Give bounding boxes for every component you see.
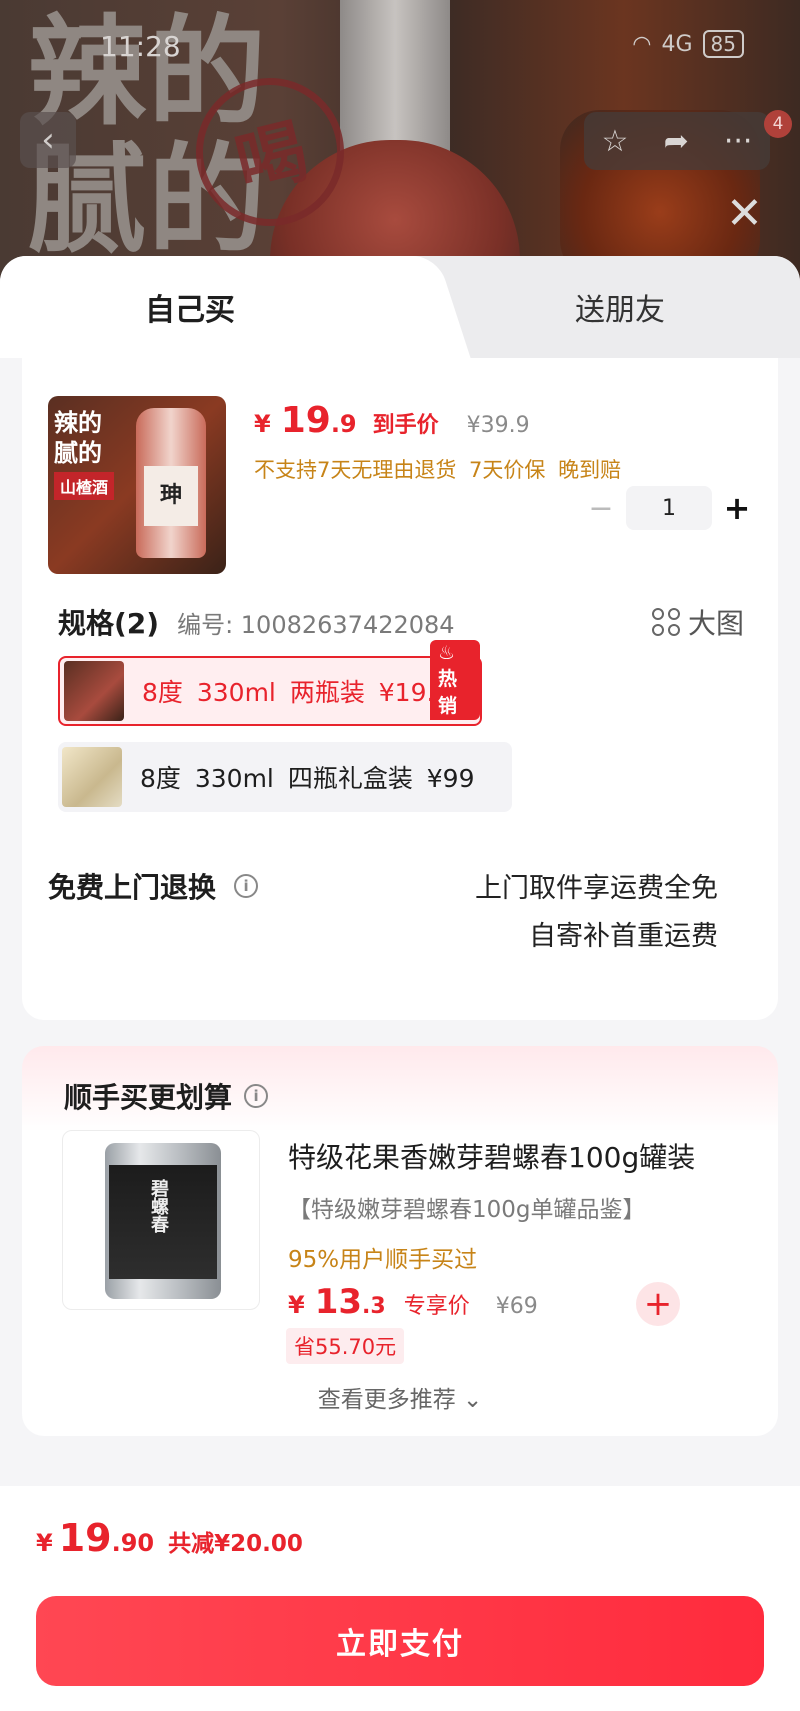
price-tag: 专享价: [403, 1294, 470, 1319]
minus-icon[interactable]: −: [576, 491, 626, 526]
option-thumbnail: [62, 747, 122, 807]
network-label: 4G: [661, 31, 693, 57]
quantity-stepper: − 1 +: [576, 486, 762, 530]
recommend-card: 顺手买更划算 i 碧螺春 特级花果香嫩芽碧螺春100g罐装 【特级嫩芽碧螺春10…: [22, 1046, 778, 1436]
tea-can: 碧螺春: [105, 1143, 221, 1299]
plus-icon[interactable]: +: [712, 489, 762, 527]
price-integer: 13: [314, 1282, 363, 1322]
hot-sale-badge: ♨ 热销: [430, 640, 480, 720]
price-tag: 到手价: [372, 413, 439, 438]
currency-symbol: ¥: [36, 1529, 53, 1557]
quantity-value[interactable]: 1: [626, 486, 712, 530]
return-service-title: 免费上门退换 i: [48, 866, 259, 906]
info-icon[interactable]: i: [244, 1084, 269, 1108]
back-button[interactable]: ‹: [20, 112, 76, 168]
purchase-tabs: 自己买 送朋友: [0, 256, 800, 358]
thumbnail-text-line2: 腻的: [54, 439, 102, 467]
save-badge: 省55.70元: [286, 1328, 405, 1364]
price-integer: 19: [280, 400, 331, 441]
currency-symbol: ¥: [288, 1291, 305, 1319]
info-icon[interactable]: i: [234, 874, 259, 898]
total-integer: 19: [58, 1516, 112, 1560]
option-thumbnail: [64, 661, 124, 721]
more-recommend-link[interactable]: 查看更多推荐 ⌄: [22, 1380, 778, 1414]
service-policy: 不支持7天无理由退货 7天价保 晚到赔: [254, 458, 622, 482]
hero-bottle-neck: [340, 0, 450, 160]
recommend-subtitle: 【特级嫩芽碧螺春100g单罐品鉴】: [288, 1197, 646, 1223]
currency-symbol: ¥: [254, 410, 271, 438]
battery-icon: 85: [702, 30, 744, 58]
product-card: 珅 辣的 腻的 山楂酒 ¥ 19 .9 到手价 ¥39.9 不支持7天无理由退货…: [22, 358, 778, 1020]
wifi-icon: ◠: [632, 31, 652, 57]
status-icons: ◠ 4G 85: [632, 30, 744, 58]
original-price: ¥39.9: [466, 413, 530, 438]
original-price: ¥69: [495, 1294, 538, 1319]
tea-can-text: 碧螺春: [148, 1179, 169, 1233]
spec-option-two-bottles[interactable]: 8度 330ml 两瓶装 ¥19.9 ♨ 热销: [58, 640, 482, 726]
add-icon[interactable]: +: [636, 1282, 680, 1326]
big-image-label: 大图: [687, 607, 744, 640]
recommend-price-row: ¥ 13 .3 专享价 ¥69: [288, 1282, 538, 1322]
big-image-button[interactable]: 大图: [651, 602, 744, 642]
share-icon[interactable]: ➦: [664, 124, 689, 159]
option-label: 8度 330ml 四瓶礼盒装 ¥99: [140, 764, 475, 793]
return-service-line1: 上门取件享运费全免: [475, 873, 718, 904]
option-label: 8度 330ml 两瓶装 ¥19.9: [142, 678, 451, 707]
status-time: 11:28: [100, 30, 181, 63]
more-icon[interactable]: ···: [724, 124, 753, 159]
back-icon: ‹: [41, 120, 55, 160]
thumbnail-tag: 山楂酒: [54, 472, 115, 500]
product-hero-background: 辣的 腻的 喝 11:28 ◠ 4G 85 ‹ ☆ ➦ ··· 4 ✕: [0, 0, 800, 280]
spec-header: 规格(2) 编号: 10082637422084: [58, 602, 455, 642]
total-decimal: .90: [111, 1529, 155, 1557]
grid-icon: [651, 608, 680, 636]
recommend-name[interactable]: 特级花果香嫩芽碧螺春100g罐装: [288, 1136, 695, 1176]
price-row: ¥ 19 .9 到手价 ¥39.9: [254, 400, 530, 441]
tab-buy-self[interactable]: 自己买: [0, 256, 420, 358]
thumbnail-label: 珅: [144, 466, 198, 526]
tab-gift-friend[interactable]: 送朋友: [470, 256, 770, 358]
total-discount: 共减¥20.00: [168, 1531, 303, 1557]
spec-title: 规格(2): [58, 607, 160, 640]
spec-option-four-bottles[interactable]: 8度 330ml 四瓶礼盒装 ¥99: [58, 742, 512, 812]
top-action-group: ☆ ➦ ···: [584, 112, 770, 170]
recommend-thumbnail[interactable]: 碧螺春: [62, 1130, 260, 1310]
return-service-label: 免费上门退换: [48, 871, 217, 904]
star-icon[interactable]: ☆: [602, 124, 629, 159]
fire-icon: ♨: [438, 642, 456, 664]
pay-now-button[interactable]: 立即支付: [36, 1596, 764, 1686]
return-service-line2: 自寄补首重运费: [529, 921, 718, 952]
recommend-title-label: 顺手买更划算: [64, 1081, 233, 1114]
thumbnail-text-line1: 辣的: [54, 409, 102, 437]
spec-code: 编号: 10082637422084: [177, 611, 455, 639]
thumbnail-text: 辣的 腻的: [54, 408, 102, 468]
recommend-purchase-rate: 95%用户顺手买过: [288, 1247, 478, 1273]
recommend-title: 顺手买更划算 i: [64, 1076, 269, 1116]
product-thumbnail: 珅 辣的 腻的 山楂酒: [48, 396, 226, 574]
price-decimal: .9: [330, 410, 357, 438]
close-icon[interactable]: ✕: [726, 192, 763, 236]
checkout-footer: ¥ 19 .90 共减¥20.00 立即支付: [0, 1486, 800, 1711]
price-decimal: .3: [362, 1294, 386, 1319]
message-badge: 4: [764, 110, 792, 138]
total-price: ¥ 19 .90 共减¥20.00: [36, 1516, 303, 1560]
hot-sale-label: 热销: [438, 668, 458, 717]
